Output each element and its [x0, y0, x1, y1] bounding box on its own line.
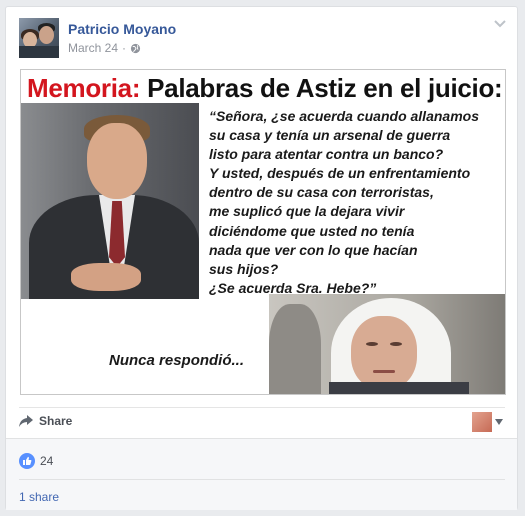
quote-line: diciéndome que usted no tenía	[209, 222, 415, 239]
post-date[interactable]: March 24	[68, 41, 118, 55]
viewer-avatar	[472, 412, 492, 432]
portrait-man-in-suit	[21, 103, 199, 299]
quote-line: “Señora, ¿se acuerda cuando allanamos	[209, 108, 479, 124]
quote-line: nada que ver con lo que hacían	[209, 241, 418, 258]
quote-line: sus hijos?	[209, 260, 279, 277]
caret-down-icon	[495, 419, 503, 425]
quote-line: dentro de su casa con terroristas,	[209, 184, 434, 201]
headline-red: Memoria:	[27, 73, 141, 103]
share-label: Share	[39, 414, 73, 428]
shares-count-link[interactable]: 1 share	[19, 490, 59, 504]
post-actions: Share	[19, 407, 505, 435]
quote-line: su casa y tenía un arsenal de guerra	[209, 127, 451, 144]
quote-line: me suplicó que la dejara vivir	[209, 203, 405, 220]
author-name-link[interactable]: Patricio Moyano	[68, 21, 176, 37]
chevron-down-icon[interactable]	[493, 19, 507, 29]
author-avatar[interactable]	[19, 18, 59, 58]
footer-divider	[19, 479, 505, 480]
image-quote: “Señora, ¿se acuerda cuando allanamos su…	[209, 107, 479, 298]
viewer-selector[interactable]	[472, 412, 503, 432]
share-arrow-icon	[19, 415, 33, 427]
quote-line: listo para atentar contra un banco?	[209, 146, 444, 163]
like-count: 24	[40, 454, 54, 468]
likes-summary[interactable]: 24	[19, 453, 53, 469]
post-meta: March 24 ·	[68, 41, 141, 55]
image-caption: Nunca respondió...	[109, 352, 245, 369]
meta-separator: ·	[122, 41, 127, 55]
image-headline: Memoria: Palabras de Astiz en el juicio:	[27, 73, 503, 104]
post-image[interactable]: Memoria: Palabras de Astiz en el juicio:…	[20, 69, 506, 395]
quote-line: Y usted, después de un enfrentamiento	[209, 165, 471, 182]
portrait-woman-white-scarf	[269, 294, 505, 394]
share-button[interactable]: Share	[19, 414, 72, 428]
thumbs-up-icon	[19, 453, 35, 469]
post-card: Patricio Moyano March 24 · Memoria: Pala…	[5, 6, 518, 510]
post-footer: 24 1 share	[6, 438, 517, 510]
globe-icon[interactable]	[130, 43, 141, 54]
headline-dark: Palabras de Astiz en el juicio:	[140, 73, 503, 103]
